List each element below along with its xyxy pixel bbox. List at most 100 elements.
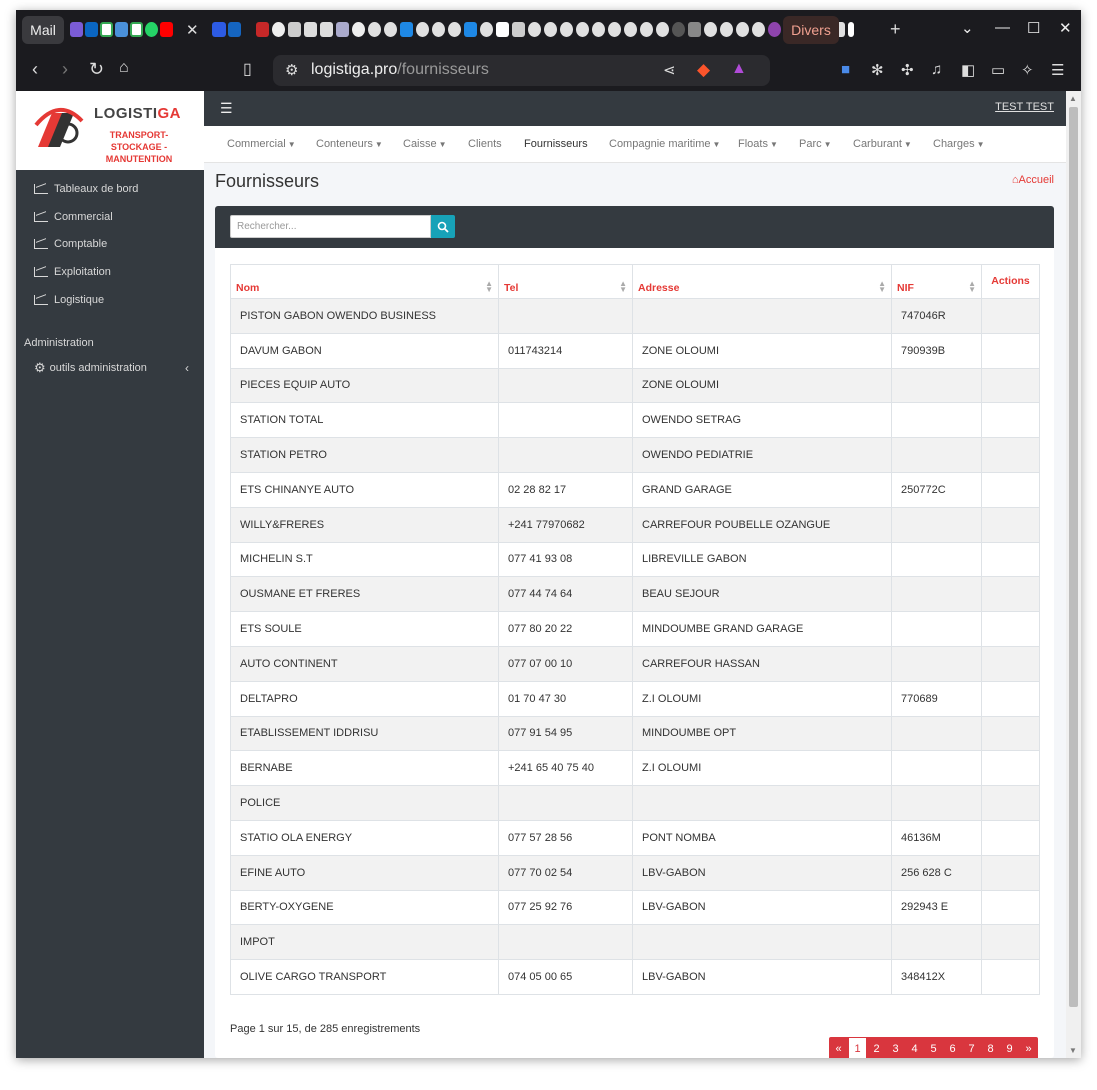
app-icon[interactable]: [416, 22, 429, 37]
app-icon[interactable]: [624, 22, 637, 37]
app-icon[interactable]: [288, 22, 301, 37]
whatsapp-icon[interactable]: [145, 22, 158, 37]
maximize-icon[interactable]: ☐: [1027, 19, 1040, 37]
app-icon[interactable]: [368, 22, 381, 37]
table-row[interactable]: BERNABE +241 65 40 75 40 Z.I OLOUMI: [230, 750, 1040, 787]
app-icon[interactable]: [736, 22, 749, 37]
table-row[interactable]: STATION TOTAL OWENDO SETRAG: [230, 402, 1040, 439]
wallet-icon[interactable]: ▭: [991, 61, 1005, 79]
scroll-up-arrow-icon[interactable]: ▲: [1069, 94, 1077, 103]
app-icon[interactable]: [448, 22, 461, 37]
app-icon[interactable]: [336, 22, 349, 37]
home-icon[interactable]: ⌂: [119, 59, 129, 77]
table-row[interactable]: BERTY-OXYGENE 077 25 92 76 LBV-GABON 292943…: [230, 889, 1040, 926]
menu-conteneurs[interactable]: Conteneurs ▼: [316, 138, 383, 150]
app-icon[interactable]: [560, 22, 573, 37]
app-icon[interactable]: [768, 22, 781, 37]
bookmark-icon[interactable]: ▯: [243, 59, 252, 79]
app-icon[interactable]: [688, 22, 701, 37]
chatgpt-icon[interactable]: [272, 22, 285, 37]
scrollbar-thumb[interactable]: [1069, 107, 1078, 1007]
home-link[interactable]: ⌂Accueil: [1012, 174, 1054, 186]
menu-compagnie-maritime[interactable]: Compagnie maritime ▼: [609, 138, 720, 150]
table-row[interactable]: OUSMANE ET FRERES 077 44 74 64 BEAU SEJOUR: [230, 576, 1040, 613]
menu-clients[interactable]: Clients: [468, 138, 502, 150]
url-text[interactable]: logistiga.pro/fournisseurs: [311, 61, 489, 79]
app-icon[interactable]: [384, 22, 397, 37]
sidebar-item-exploitation[interactable]: Exploitation: [34, 262, 111, 282]
table-row[interactable]: AUTO CONTINENT 077 07 00 10 CARREFOUR HASS…: [230, 645, 1040, 682]
pagination-page[interactable]: 4: [905, 1037, 924, 1058]
pagination-page[interactable]: 3: [886, 1037, 905, 1058]
forward-icon[interactable]: ›: [62, 59, 68, 80]
site-info-icon[interactable]: ⚙: [285, 61, 298, 79]
close-icon[interactable]: ✕: [186, 21, 199, 39]
table-row[interactable]: IMPOT: [230, 924, 1040, 961]
scroll-down-arrow-icon[interactable]: ▼: [1069, 1046, 1077, 1055]
translate-icon[interactable]: ■: [841, 61, 850, 78]
pagination-page[interactable]: 8: [981, 1037, 1000, 1058]
app-icon[interactable]: [608, 22, 621, 37]
sidebar-item-commercial[interactable]: Commercial: [34, 207, 113, 227]
sidebar-icon[interactable]: ◧: [961, 61, 975, 79]
page-scrollbar[interactable]: ▲ ▼: [1066, 91, 1081, 1058]
app-icon[interactable]: [640, 22, 653, 37]
app-icon[interactable]: [592, 22, 605, 37]
table-row[interactable]: POLICE: [230, 785, 1040, 821]
app-icon[interactable]: [432, 22, 445, 37]
column-header-tel[interactable]: Tel ▲ ▼: [498, 264, 633, 299]
table-row[interactable]: DELTAPRO 01 70 47 30 Z.I OLOUMI 770689: [230, 680, 1040, 717]
column-header-adresse[interactable]: Adresse ▲ ▼: [632, 264, 892, 299]
menu-commercial[interactable]: Commercial ▼: [227, 138, 296, 150]
brand-logo[interactable]: LOGISTIGA TRANSPORT-STOCKAGE -MANUTENTIO…: [16, 91, 204, 170]
app-icon[interactable]: [400, 22, 413, 37]
search-button[interactable]: [431, 215, 455, 238]
sidebar-item-comptable[interactable]: Comptable: [34, 234, 107, 254]
sidebar-item-outils-administration[interactable]: ⚙ outils administration ‹: [34, 360, 189, 376]
app-icon[interactable]: [576, 22, 589, 37]
user-menu-link[interactable]: TEST TEST: [995, 101, 1054, 113]
app-icon[interactable]: [528, 22, 541, 37]
table-row[interactable]: STATIO OLA ENERGY 077 57 28 56 PONT NOMBA 4…: [230, 819, 1040, 856]
pagination-page[interactable]: 6: [943, 1037, 962, 1058]
column-header-nom[interactable]: Nom ▲ ▼: [230, 264, 499, 299]
leo-ai-icon[interactable]: ✧: [1021, 61, 1034, 79]
menu-parc[interactable]: Parc ▼: [799, 138, 832, 150]
menu-carburant[interactable]: Carburant ▼: [853, 138, 912, 150]
tab-mail[interactable]: Mail: [22, 16, 64, 44]
media-icon[interactable]: ♫: [931, 61, 942, 78]
table-row[interactable]: STATION PETRO OWENDO PEDIATRIE: [230, 437, 1040, 473]
table-row[interactable]: EFINE AUTO 077 70 02 54 LBV-GABON 256 628 C: [230, 854, 1040, 891]
app-icon[interactable]: [320, 22, 333, 37]
zoho-icon[interactable]: [212, 22, 226, 37]
react-devtools-icon[interactable]: ✻: [871, 61, 884, 79]
app-icon[interactable]: [848, 22, 854, 37]
app-icon[interactable]: [512, 22, 525, 37]
table-row[interactable]: DAVUM GABON 011743214 ZONE OLOUMI 790939B: [230, 332, 1040, 369]
app-icon[interactable]: [704, 22, 717, 37]
app-icon[interactable]: [544, 22, 557, 37]
table-row[interactable]: WILLY&FRERES +241 77970682 CARREFOUR POUBE…: [230, 506, 1040, 543]
pinned-tab-icon[interactable]: [70, 22, 83, 37]
pagination-page-current[interactable]: 1: [848, 1037, 867, 1058]
x-icon[interactable]: [496, 22, 509, 37]
new-tab-plus-icon[interactable]: +: [890, 19, 901, 40]
app-icon[interactable]: [752, 22, 765, 37]
address-bar[interactable]: ⚙ logistiga.pro/fournisseurs ⋖ ◆ ▲: [273, 55, 770, 86]
google-icon[interactable]: [130, 22, 143, 37]
youtube-icon[interactable]: [160, 22, 173, 37]
menu-caisse[interactable]: Caisse ▼: [403, 138, 447, 150]
app-icon[interactable]: [464, 22, 477, 37]
column-header-nif[interactable]: NIF ▲ ▼: [891, 264, 982, 299]
tab-divers[interactable]: Divers: [783, 16, 839, 44]
tab-list-chevron-icon[interactable]: ⌄: [961, 19, 974, 37]
app-icon[interactable]: [656, 22, 669, 37]
pagination-page[interactable]: 2: [867, 1037, 886, 1058]
menu-floats[interactable]: Floats ▼: [738, 138, 778, 150]
extensions-icon[interactable]: ✣: [901, 61, 914, 79]
app-icon[interactable]: [480, 22, 493, 37]
pagination-next[interactable]: »: [1019, 1037, 1038, 1058]
window-close-icon[interactable]: ✕: [1059, 19, 1072, 37]
menu-icon[interactable]: ☰: [1051, 61, 1064, 79]
menu-fournisseurs[interactable]: Fournisseurs: [524, 138, 588, 150]
